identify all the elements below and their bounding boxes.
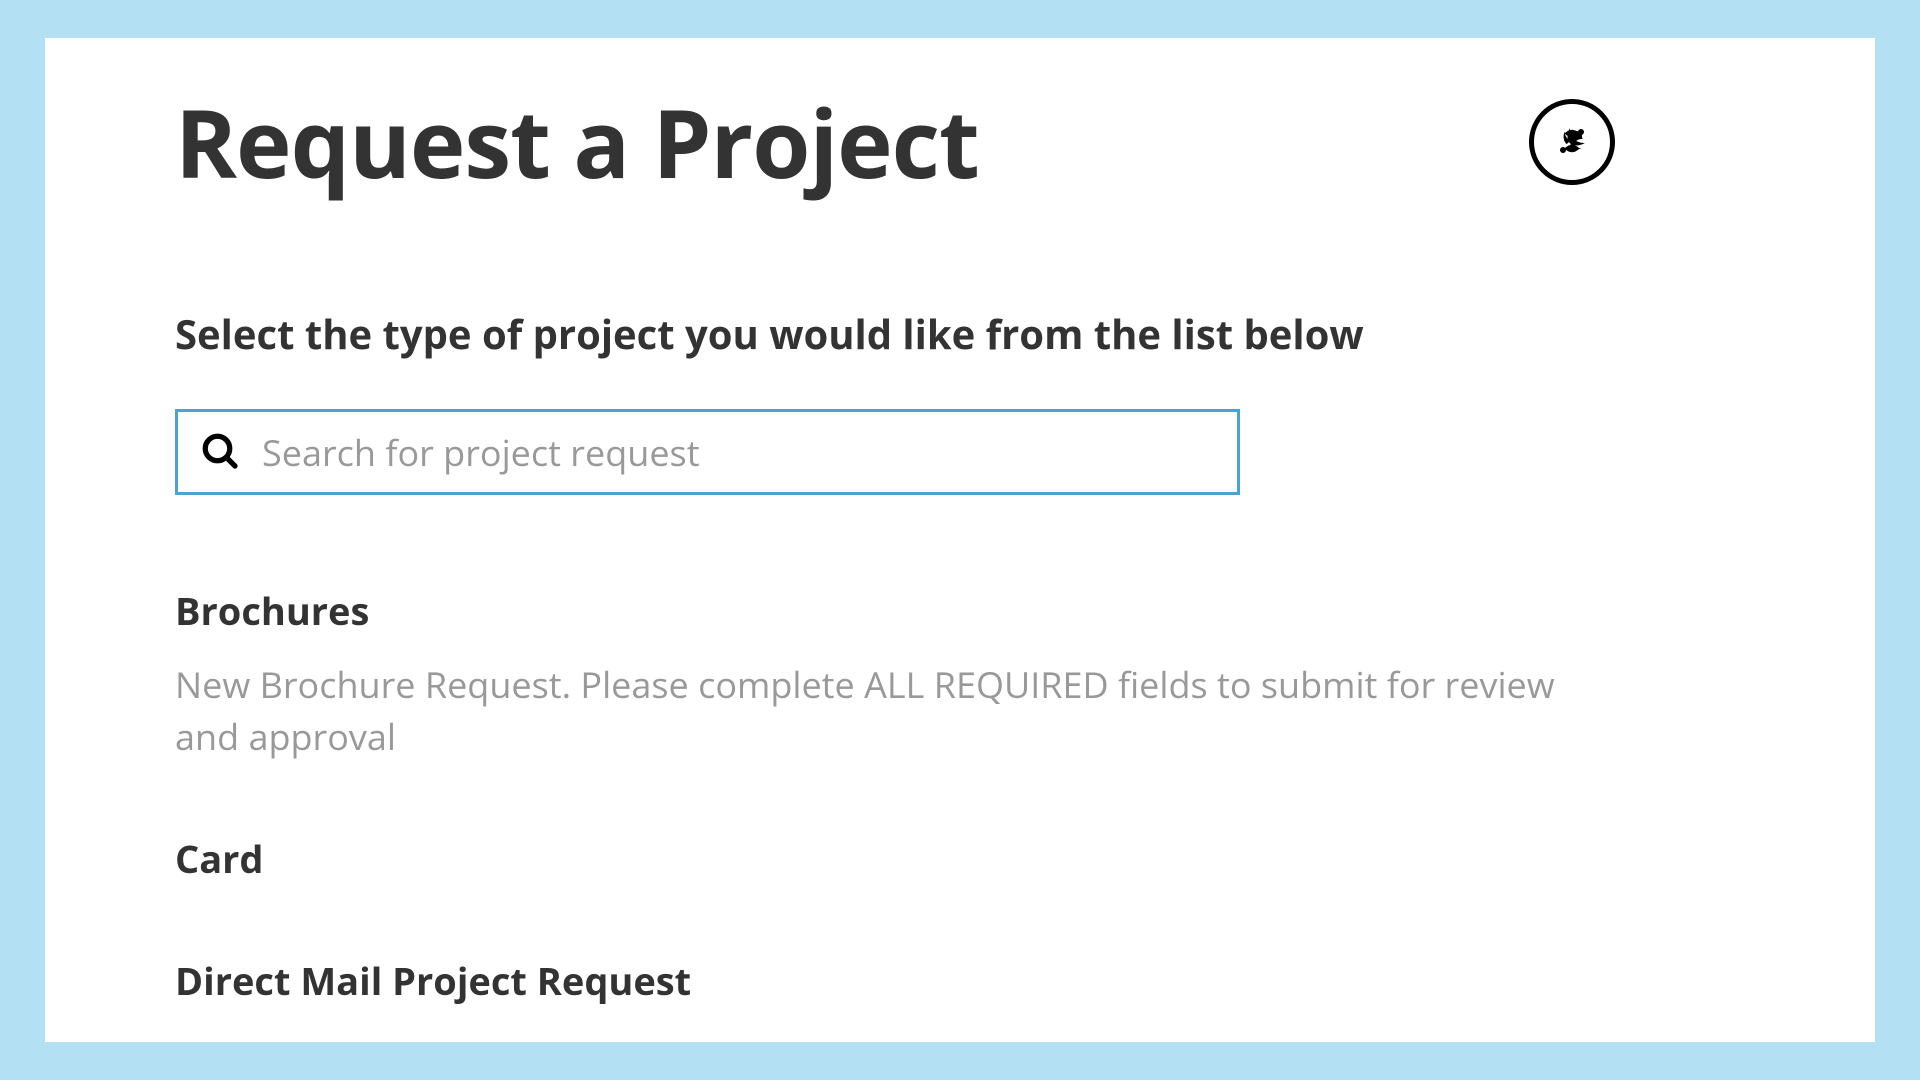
item-title: Card	[175, 833, 1745, 885]
list-item-card[interactable]: Card	[175, 833, 1745, 885]
search-icon	[200, 431, 242, 473]
search-container[interactable]	[175, 409, 1240, 495]
item-title: Brochures	[175, 585, 1745, 637]
close-button[interactable]	[1529, 99, 1615, 185]
modal-header: Request a Project	[175, 78, 1745, 206]
page-title: Request a Project	[175, 78, 979, 206]
search-input[interactable]	[262, 428, 1215, 477]
list-item-brochures[interactable]: Brochures New Brochure Request. Please c…	[175, 585, 1745, 763]
item-description: New Brochure Request. Please complete AL…	[175, 659, 1625, 763]
list-item-direct-mail[interactable]: Direct Mail Project Request	[175, 955, 1745, 1007]
subtitle: Select the type of project you would lik…	[175, 306, 1745, 361]
request-project-modal: Request a Project Select the type of pro…	[45, 38, 1875, 1042]
item-title: Direct Mail Project Request	[175, 955, 1745, 1007]
close-icon	[1554, 123, 1590, 162]
